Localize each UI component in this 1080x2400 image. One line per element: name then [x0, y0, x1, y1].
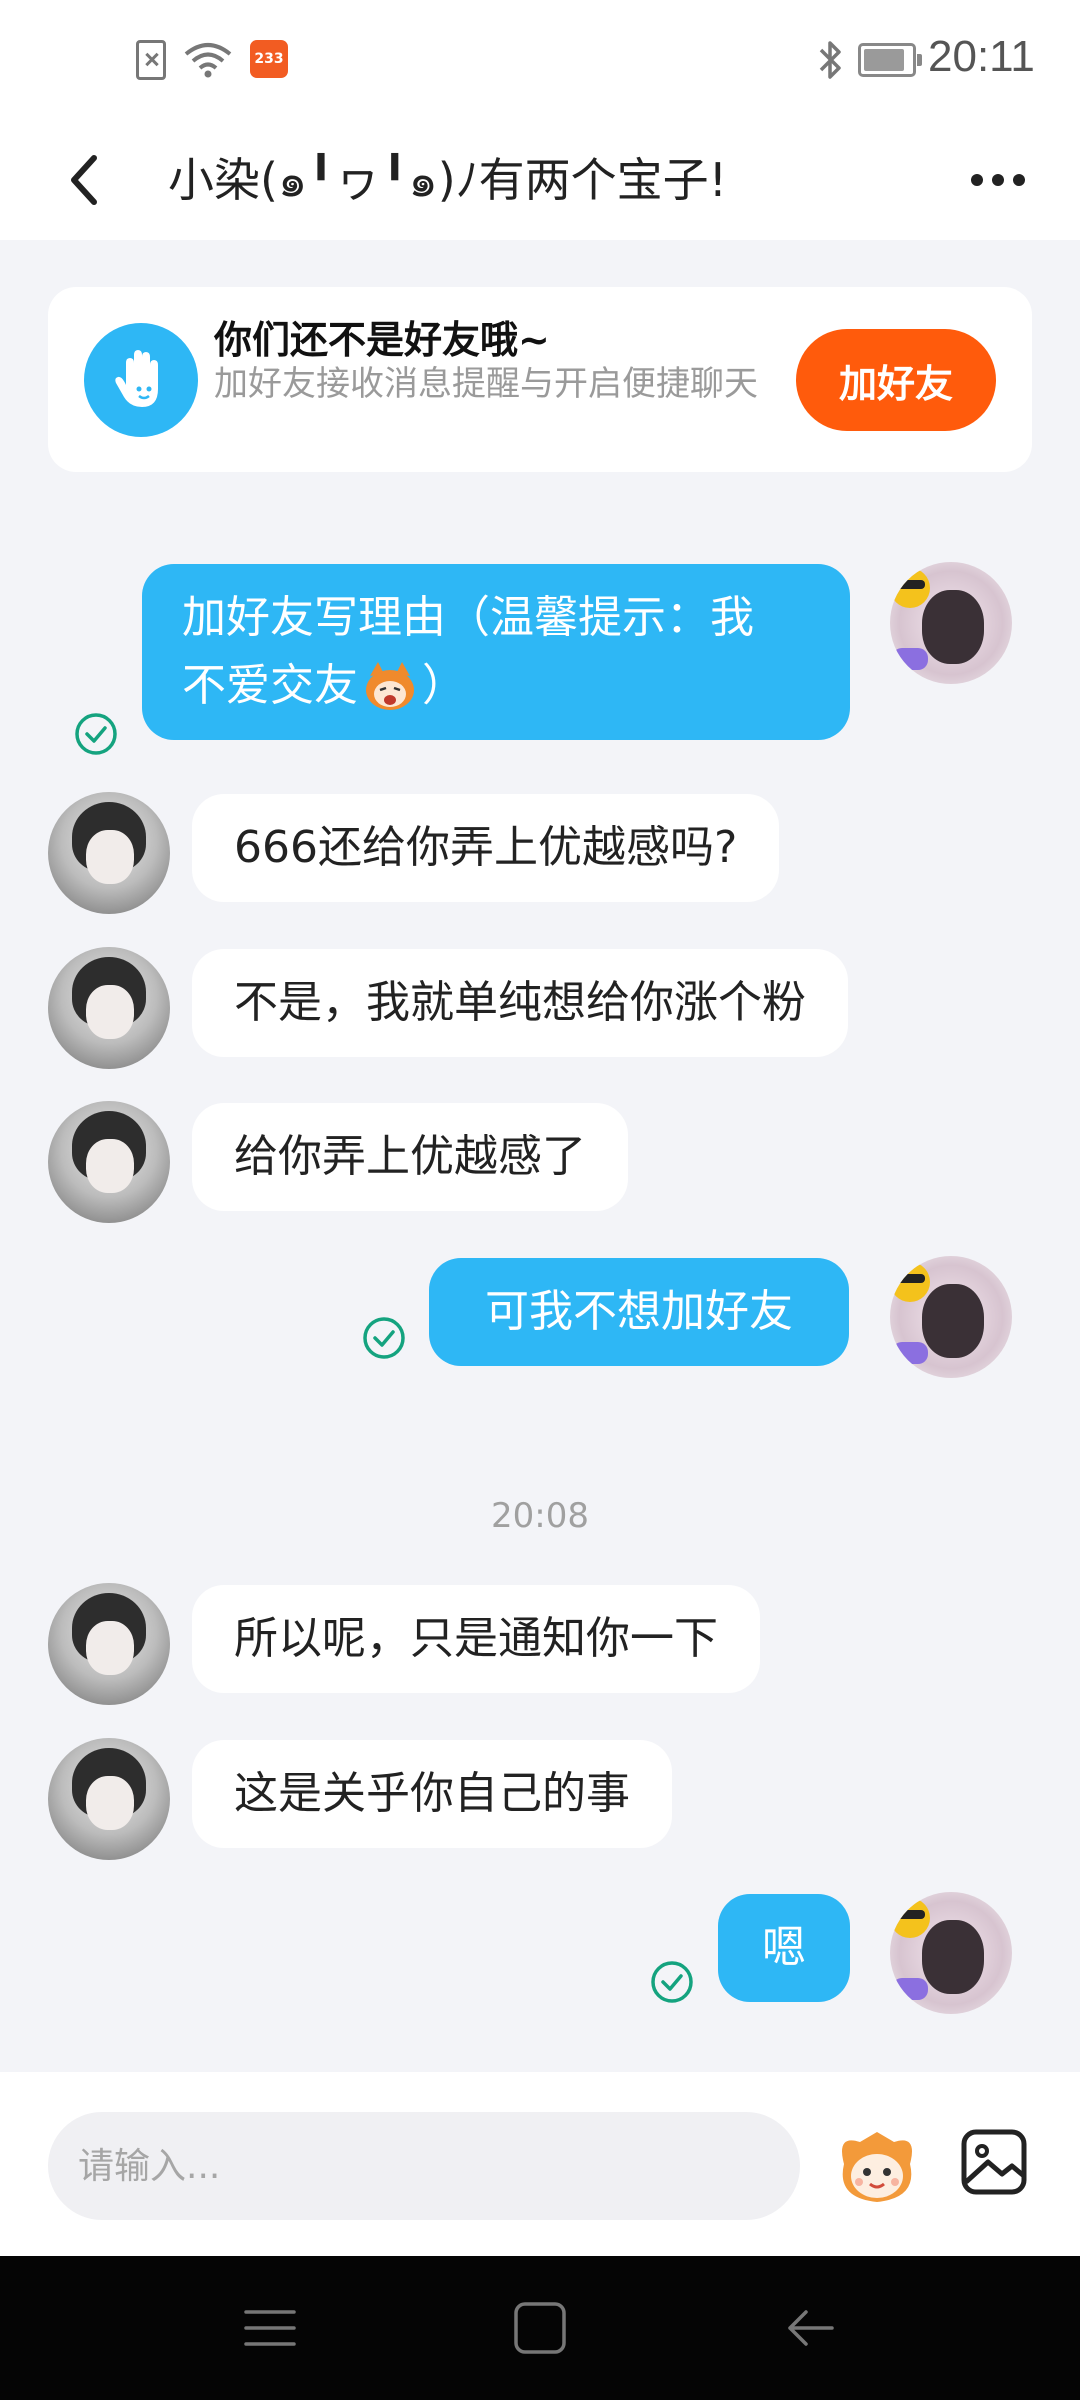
banner-subtitle: 加好友接收消息提醒与开启便捷聊天 — [214, 364, 758, 404]
mascot-emoji-icon — [366, 662, 414, 710]
message-row: 加好友写理由（温馨提示：我 不爱交友 ） — [0, 562, 1080, 762]
system-nav-bar — [0, 2256, 1080, 2400]
banner-title: 你们还不是好友哦~ — [214, 318, 550, 362]
home-square-icon[interactable] — [504, 2292, 576, 2364]
message-bubble-received: 666还给你弄上优越感吗? — [192, 794, 780, 902]
no-sim-icon — [136, 40, 166, 80]
message-text: 加好友写理由（温馨提示：我 — [182, 592, 754, 643]
add-friend-button[interactable]: 加好友 — [796, 329, 996, 431]
not-friend-banner: 你们还不是好友哦~ 加好友接收消息提醒与开启便捷聊天 加好友 — [48, 287, 1032, 472]
wifi-icon — [184, 43, 232, 78]
message-bubble-sent: 可我不想加好友 — [429, 1258, 849, 1366]
mascot-emoji-icon[interactable] — [832, 2124, 922, 2208]
message-row: 这是关乎你自己的事 — [0, 1738, 1080, 1860]
message-row: 可我不想加好友 — [0, 1256, 1080, 1386]
avatar[interactable] — [48, 1101, 170, 1223]
message-row: 不是，我就单纯想给你涨个粉 — [0, 947, 1080, 1069]
avatar[interactable] — [890, 562, 1012, 684]
check-circle-icon — [363, 1317, 405, 1359]
avatar[interactable] — [890, 1256, 1012, 1378]
message-bubble-received: 给你弄上优越感了 — [192, 1103, 628, 1211]
chat-timestamp: 20:08 — [491, 1496, 589, 1536]
message-bubble-received: 不是，我就单纯想给你涨个粉 — [192, 949, 848, 1057]
back-arrow-icon[interactable] — [774, 2292, 846, 2364]
avatar[interactable] — [48, 792, 170, 914]
message-row: 666还给你弄上优越感吗? — [0, 792, 1080, 914]
bluetooth-icon — [819, 41, 841, 79]
avatar[interactable] — [48, 947, 170, 1069]
message-text: 不爱交友 — [182, 660, 358, 711]
status-time: 20:11 — [928, 32, 1035, 81]
app-notification-badge: 233 — [250, 40, 288, 78]
avatar[interactable] — [48, 1738, 170, 1860]
message-text: ） — [422, 660, 466, 711]
message-row: 所以呢，只是通知你一下 — [0, 1583, 1080, 1705]
check-circle-icon — [75, 713, 117, 755]
battery-icon — [858, 43, 922, 77]
image-icon[interactable] — [958, 2126, 1030, 2198]
more-dots-icon[interactable] — [958, 140, 1038, 220]
message-bubble-received: 这是关乎你自己的事 — [192, 1740, 672, 1848]
chevron-left-icon[interactable] — [50, 140, 130, 220]
chat-title: 小染(๑╹ヮ╹๑)ﾉ有两个宝子! — [168, 153, 728, 207]
avatar[interactable] — [48, 1583, 170, 1705]
message-bubble-sent: 加好友写理由（温馨提示：我 不爱交友 ） — [142, 564, 850, 740]
avatar[interactable] — [890, 1892, 1012, 2014]
message-row: 嗯 — [0, 1892, 1080, 2022]
chat-header: 小染(๑╹ヮ╹๑)ﾉ有两个宝子! — [0, 120, 1080, 240]
input-bar — [0, 2072, 1080, 2256]
status-bar: 233 20:11 — [0, 0, 1080, 120]
message-row: 给你弄上优越感了 — [0, 1101, 1080, 1223]
menu-icon[interactable] — [234, 2292, 306, 2364]
message-bubble-received: 所以呢，只是通知你一下 — [192, 1585, 760, 1693]
message-bubble-sent: 嗯 — [718, 1894, 850, 2002]
message-input[interactable] — [48, 2112, 800, 2220]
check-circle-icon — [651, 1961, 693, 2003]
hand-wave-icon — [84, 323, 198, 437]
